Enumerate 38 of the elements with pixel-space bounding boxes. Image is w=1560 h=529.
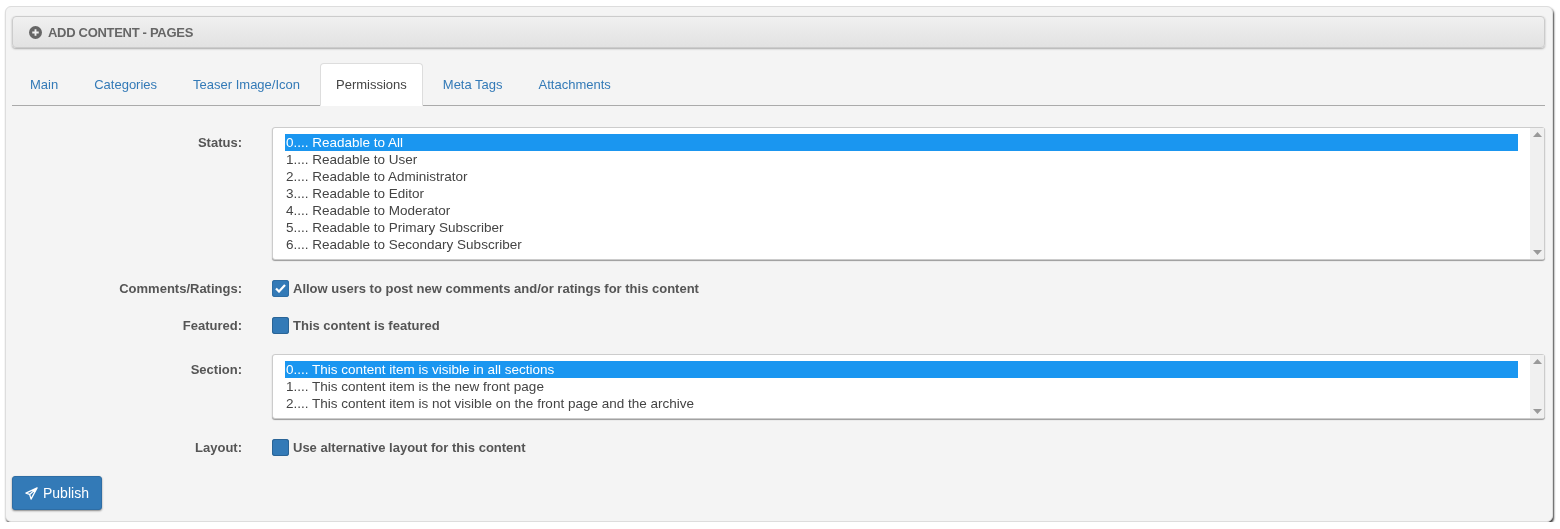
checkbox-label[interactable]: Use alternative layout for this content bbox=[293, 440, 526, 455]
field-label: Featured: bbox=[181, 317, 242, 333]
tab[interactable]: Categories bbox=[78, 63, 174, 106]
panel-title: ADD CONTENT - PAGES bbox=[48, 24, 193, 40]
check-icon bbox=[275, 284, 286, 293]
checkbox-label[interactable]: This content is featured bbox=[293, 318, 440, 333]
checkbox[interactable] bbox=[272, 317, 289, 334]
list-option[interactable]: 2.... This content item is not visible on the front page and the archive bbox=[285, 395, 1518, 412]
tab[interactable]: Teaser Image/Icon bbox=[177, 63, 316, 106]
tab[interactable]: Main bbox=[14, 63, 75, 106]
list-option[interactable]: 3.... Readable to Editor bbox=[285, 185, 1518, 202]
scroll-up-icon[interactable] bbox=[1532, 359, 1542, 364]
list-option[interactable]: 4.... Readable to Moderator bbox=[285, 202, 1518, 219]
scrollbar[interactable] bbox=[1530, 355, 1544, 418]
scroll-up-icon[interactable] bbox=[1532, 132, 1542, 137]
checkbox[interactable] bbox=[272, 439, 289, 456]
scroll-down-icon[interactable] bbox=[1532, 409, 1542, 414]
listbox[interactable]: 0.... This content item is visible in all sections 1.... This content item is the new front page 2.... This content item is not visible on the front page and the archive bbox=[272, 354, 1545, 419]
list-option[interactable]: 1.... Readable to User bbox=[285, 151, 1518, 168]
list-option[interactable]: 5.... Readable to Primary Subscriber bbox=[285, 219, 1518, 236]
tab[interactable]: Meta Tags bbox=[426, 63, 519, 106]
list-option[interactable]: 1.... This content item is the new front page bbox=[285, 378, 1518, 395]
listbox[interactable] bbox=[272, 127, 1545, 260]
field-label: Section: bbox=[189, 361, 242, 377]
list-option[interactable]: 2.... Readable to Administrator bbox=[285, 168, 1518, 185]
field-label: Status: bbox=[196, 134, 242, 150]
list-option[interactable]: 6.... Readable to Secondary Subscriber bbox=[285, 236, 1518, 253]
tab[interactable]: Permissions bbox=[320, 63, 423, 106]
publish-button[interactable]: Publish bbox=[12, 476, 102, 510]
plus-circle-icon bbox=[29, 25, 42, 39]
field-label: Layout: bbox=[194, 439, 242, 455]
scrollbar[interactable] bbox=[1530, 128, 1544, 259]
tab[interactable]: Attachments bbox=[522, 63, 627, 106]
checkbox[interactable] bbox=[272, 280, 289, 297]
checkbox-label[interactable]: Allow users to post new comments and/or ratings for this content bbox=[293, 281, 699, 296]
scroll-down-icon[interactable] bbox=[1532, 250, 1542, 255]
field-label: Comments/Ratings: bbox=[118, 280, 242, 296]
paper-plane-icon bbox=[25, 486, 38, 500]
